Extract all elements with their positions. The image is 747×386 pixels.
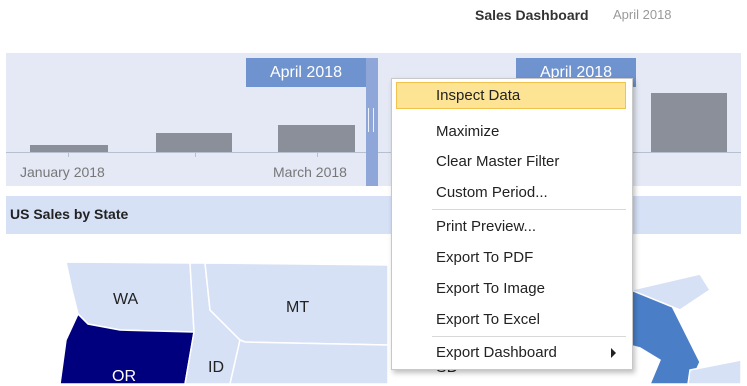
menu-separator: [432, 336, 626, 337]
selection-drag-handle[interactable]: [368, 108, 374, 132]
range-bar-june[interactable]: [651, 93, 727, 152]
axis-label-january: January 2018: [20, 164, 105, 180]
menu-item-export-pdf[interactable]: Export To PDF: [396, 244, 626, 271]
menu-item-print-preview[interactable]: Print Preview...: [396, 213, 626, 240]
menu-item-custom-period[interactable]: Custom Period...: [396, 179, 626, 206]
context-menu: Inspect Data Maximize Clear Master Filte…: [391, 78, 633, 370]
axis-label-march: March 2018: [273, 164, 347, 180]
dashboard-header: Sales Dashboard April 2018: [0, 0, 747, 48]
state-label-id: ID: [208, 359, 224, 376]
state-label-wa: WA: [113, 291, 139, 308]
axis-tick: [68, 152, 69, 157]
state-wy: [229, 338, 389, 384]
dashboard-title: Sales Dashboard: [475, 7, 589, 23]
range-bar-march[interactable]: [278, 125, 355, 152]
selection-start-label[interactable]: April 2018: [246, 58, 366, 87]
range-bar-january[interactable]: [30, 145, 108, 152]
menu-item-export-dashboard[interactable]: Export Dashboard: [396, 339, 626, 366]
menu-item-maximize[interactable]: Maximize: [396, 118, 626, 145]
menu-item-clear-master-filter[interactable]: Clear Master Filter: [396, 148, 626, 175]
menu-item-export-excel[interactable]: Export To Excel: [396, 306, 626, 333]
menu-separator: [432, 209, 626, 210]
us-sales-map[interactable]: [0, 250, 747, 384]
submenu-arrow-icon: [611, 348, 616, 358]
axis-tick: [317, 152, 318, 157]
dashboard-period: April 2018: [613, 7, 672, 22]
menu-item-inspect-data[interactable]: Inspect Data: [396, 82, 626, 109]
axis-tick: [195, 152, 196, 157]
range-bar-february[interactable]: [156, 133, 232, 152]
state-label-or: OR: [112, 368, 136, 385]
menu-item-export-image[interactable]: Export To Image: [396, 275, 626, 302]
map-section-title: US Sales by State: [10, 206, 129, 222]
state-label-mt: MT: [286, 299, 310, 316]
menu-item-export-dashboard-label: Export Dashboard: [436, 344, 557, 361]
